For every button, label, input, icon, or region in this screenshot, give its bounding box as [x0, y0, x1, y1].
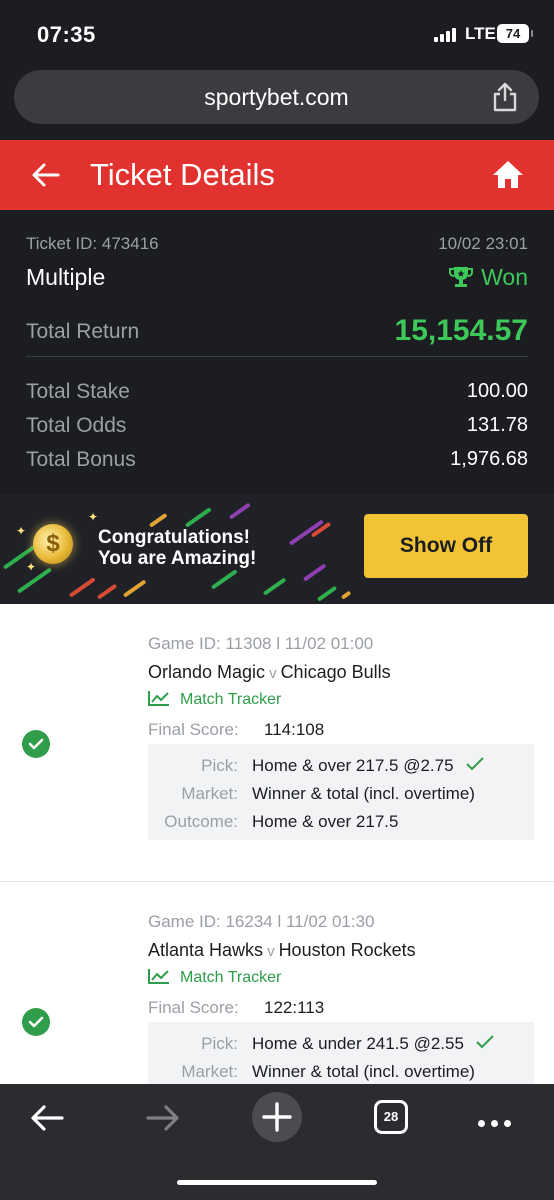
final-score-value: 114:108	[264, 720, 325, 739]
back-arrow-icon[interactable]	[30, 160, 62, 190]
tabs-button[interactable]: 28	[374, 1100, 408, 1134]
confetti-streak	[210, 569, 238, 590]
away-team: Chicago Bulls	[280, 662, 391, 682]
total-stake-value: 100.00	[466, 380, 528, 402]
selections-list: Game ID: 11308 l 11/02 01:00 Orlando Mag…	[0, 604, 554, 1084]
sparkle-icon: ✦	[88, 510, 99, 524]
show-off-button[interactable]: Show Off	[364, 514, 528, 578]
sparkle-icon: ✦	[16, 524, 27, 538]
url-text[interactable]: sportybet.com	[14, 84, 539, 111]
status-text: Won	[481, 264, 528, 290]
total-bonus-label: Total Bonus	[26, 448, 136, 471]
pick-text: Home & over 217.5 @2.75	[252, 756, 454, 775]
address-bar[interactable]: sportybet.com	[14, 70, 539, 124]
home-icon[interactable]	[492, 158, 524, 190]
page-title: Ticket Details	[90, 157, 275, 192]
market-label: Market:	[181, 784, 238, 803]
match-tracker-label[interactable]: Match Tracker	[180, 969, 281, 986]
total-stake-label: Total Stake	[26, 380, 130, 403]
home-indicator	[177, 1180, 377, 1185]
outcome-label: Outcome:	[164, 812, 238, 831]
total-return-value: 15,154.57	[394, 314, 528, 347]
list-item: Game ID: 11308 l 11/02 01:00 Orlando Mag…	[0, 604, 554, 882]
won-check-icon	[22, 730, 50, 758]
confetti-streak	[316, 585, 338, 602]
game-id: Game ID: 16234 l 11/02 01:30	[148, 912, 375, 931]
home-team: Atlanta Hawks	[148, 940, 264, 960]
match-tracker-link[interactable]: Match Tracker	[148, 690, 281, 709]
confetti-streak	[340, 590, 352, 600]
plus-icon	[262, 1102, 292, 1132]
more-icon[interactable]	[478, 1114, 517, 1132]
congrats-line-2: You are Amazing!	[98, 548, 257, 569]
sparkle-icon: ✦	[26, 560, 37, 574]
confetti-streak	[68, 577, 96, 598]
battery-icon: 74	[497, 24, 533, 43]
total-odds-value: 131.78	[466, 414, 528, 436]
pick-details: Pick: Home & under 241.5 @2.55 Market: W…	[148, 1022, 534, 1084]
list-item: Game ID: 16234 l 11/02 01:30 Atlanta Haw…	[0, 882, 554, 1084]
final-score-label: Final Score:	[148, 720, 239, 739]
pick-label: Pick:	[201, 1034, 238, 1053]
pick-text: Home & under 241.5 @2.55	[252, 1034, 464, 1053]
final-score-value: 122:113	[264, 998, 325, 1017]
confetti-streak	[302, 563, 327, 582]
congrats-text: Congratulations! You are Amazing!	[98, 527, 256, 569]
outcome-value: Home & over 217.5	[252, 812, 399, 831]
total-bonus-value: 1,976.68	[450, 448, 528, 470]
game-id: Game ID: 11308 l 11/02 01:00	[148, 634, 374, 653]
match-teams: Atlanta Hawks v Houston Rockets	[148, 940, 416, 961]
check-icon	[476, 1035, 494, 1049]
pick-details: Pick: Home & over 217.5 @2.75 Market: Wi…	[148, 744, 534, 840]
pick-value: Home & under 241.5 @2.55	[252, 1034, 494, 1054]
away-team: Houston Rockets	[278, 940, 416, 960]
market-label: Market:	[181, 1062, 238, 1081]
market-value: Winner & total (incl. overtime)	[252, 1062, 475, 1081]
clock: 07:35	[37, 22, 96, 47]
ticket-datetime: 10/02 23:01	[438, 234, 528, 253]
ticket-id: Ticket ID: 473416	[26, 234, 159, 253]
back-arrow-icon[interactable]	[28, 1098, 68, 1138]
new-tab-button[interactable]	[252, 1092, 302, 1142]
congrats-line-1: Congratulations!	[98, 527, 250, 548]
versus-label: v	[269, 665, 277, 682]
pick-value: Home & over 217.5 @2.75	[252, 756, 484, 776]
chart-line-icon	[148, 969, 169, 984]
forward-arrow-icon[interactable]	[142, 1098, 182, 1138]
confetti-streak	[228, 502, 251, 520]
total-odds-label: Total Odds	[26, 414, 127, 437]
page-header: Ticket Details	[0, 140, 554, 210]
network-label: LTE	[465, 24, 496, 43]
confetti-streak	[262, 577, 287, 596]
chart-line-icon	[148, 691, 169, 706]
confetti-streak	[148, 512, 168, 528]
confetti-streak	[122, 579, 147, 598]
status-badge: Won	[449, 264, 528, 291]
ticket-summary: Ticket ID: 473416 10/02 23:01 Multiple W…	[0, 210, 554, 494]
divider	[26, 356, 528, 357]
coin-icon: $	[33, 524, 73, 564]
signal-icon	[434, 28, 458, 42]
pick-label: Pick:	[201, 756, 238, 775]
check-icon	[465, 757, 484, 771]
trophy-icon	[449, 267, 474, 287]
home-team: Orlando Magic	[148, 662, 266, 682]
bet-type: Multiple	[26, 264, 106, 290]
congrats-banner: ✦ ✦ ✦ $ Congratulations! You are Amazing…	[0, 494, 554, 604]
match-teams: Orlando Magic v Chicago Bulls	[148, 662, 391, 683]
won-check-icon	[22, 1008, 50, 1036]
match-tracker-label[interactable]: Match Tracker	[180, 691, 281, 708]
status-bar: 07:35 LTE 74	[0, 0, 554, 66]
final-score-label: Final Score:	[148, 998, 239, 1017]
share-icon[interactable]	[491, 82, 519, 112]
confetti-streak	[184, 507, 212, 528]
total-return-label: Total Return	[26, 320, 140, 343]
match-tracker-link[interactable]: Match Tracker	[148, 968, 281, 987]
market-value: Winner & total (incl. overtime)	[252, 784, 475, 803]
versus-label: v	[267, 943, 275, 960]
confetti-streak	[96, 583, 118, 600]
